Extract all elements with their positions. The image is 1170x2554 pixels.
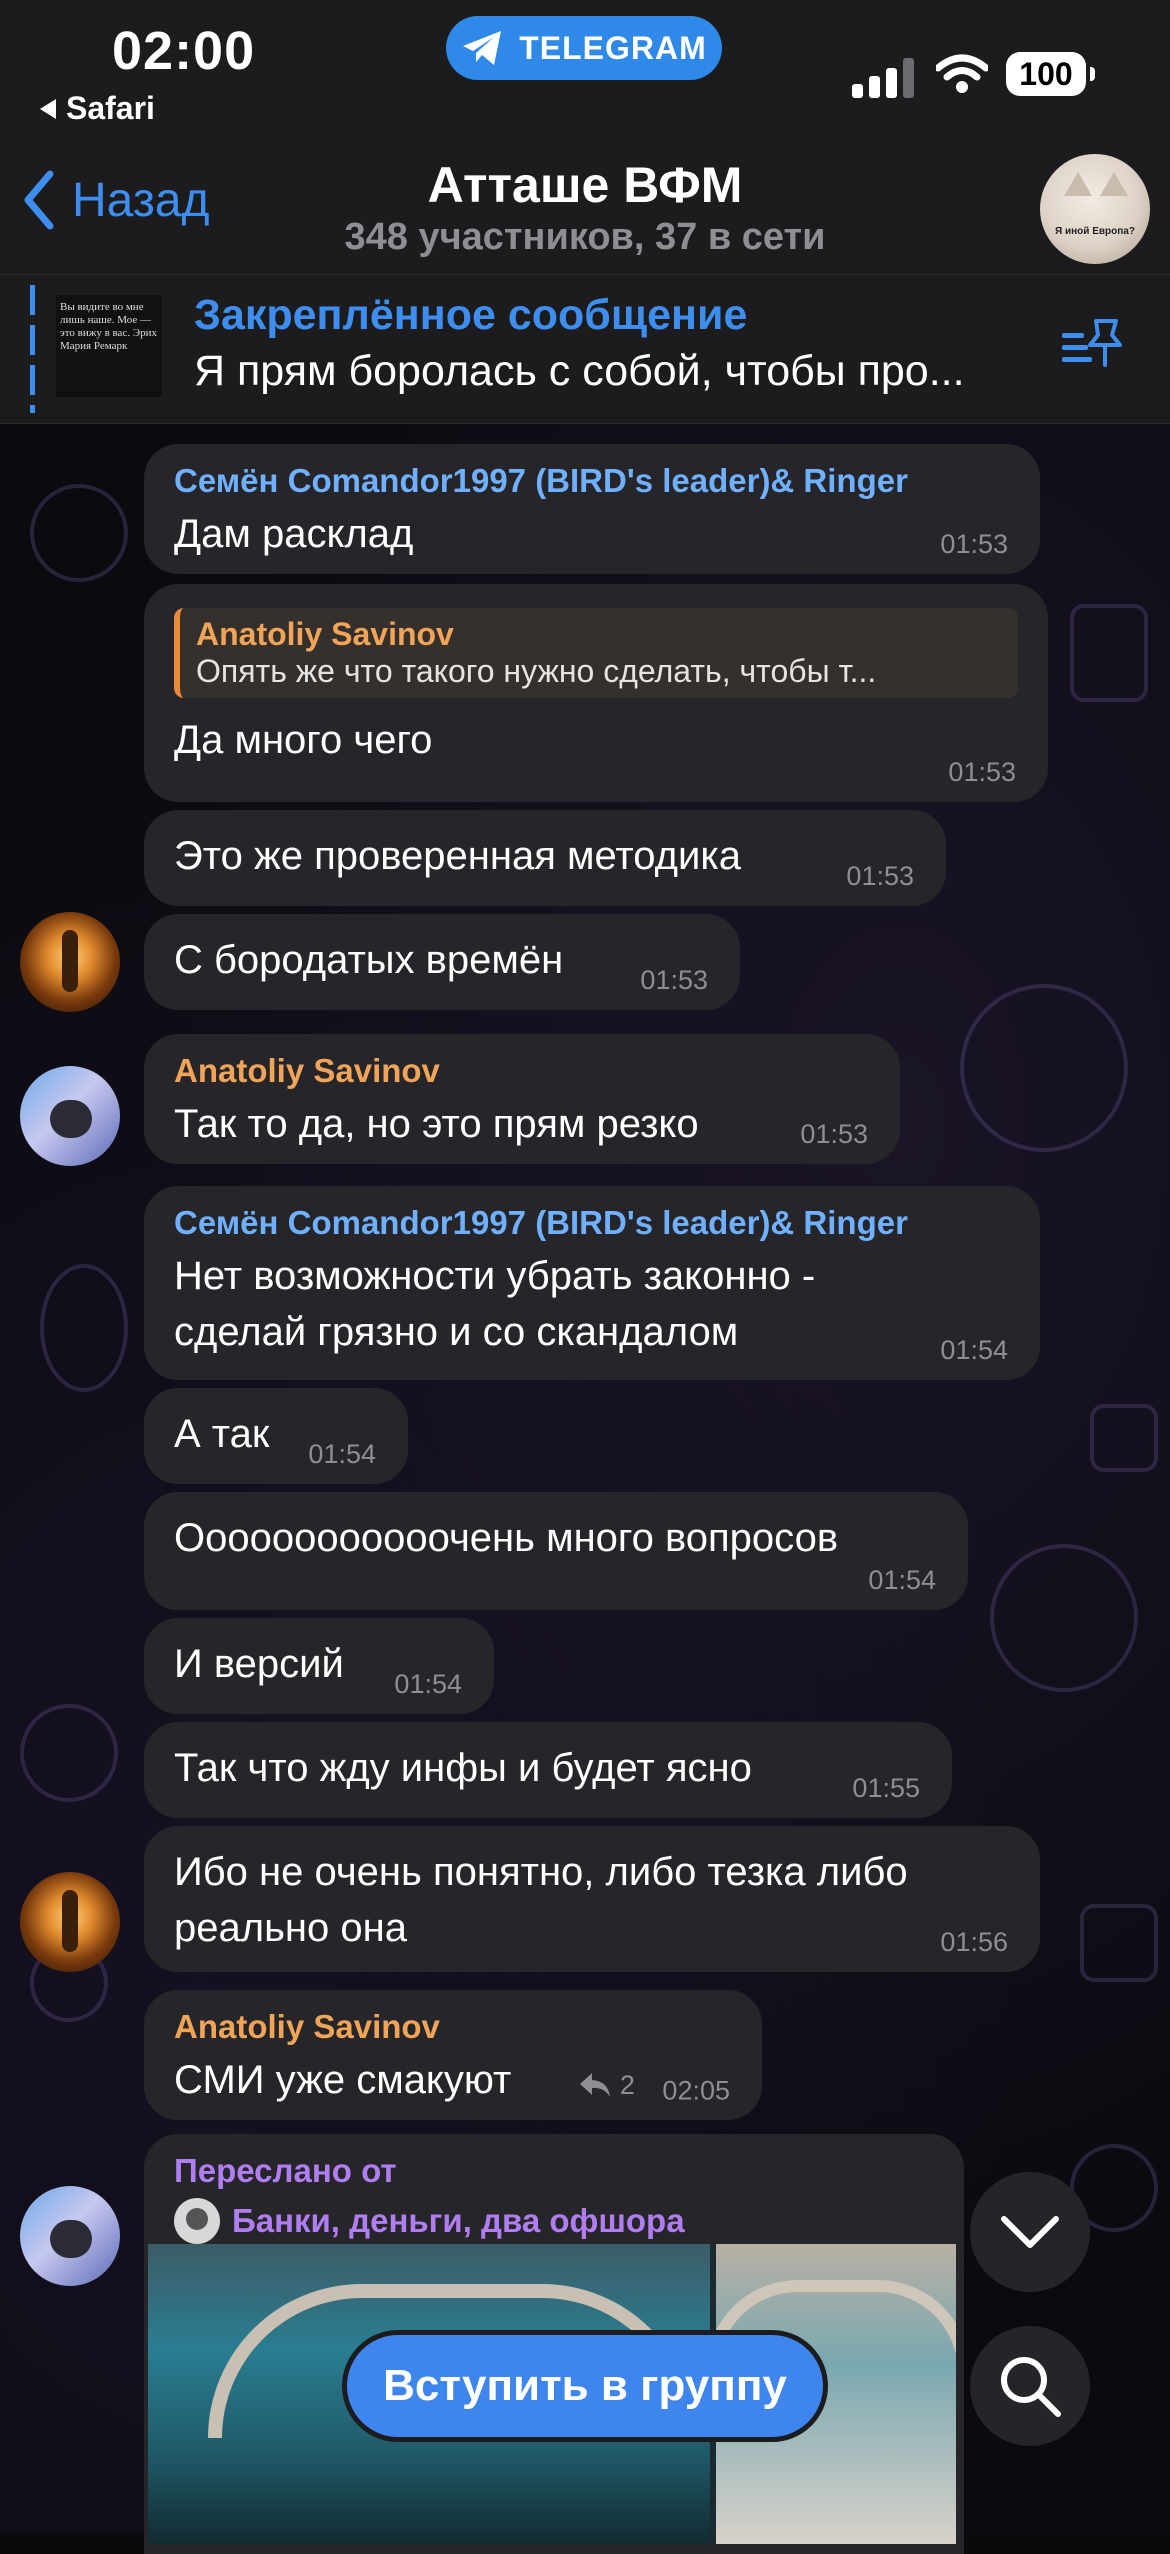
user-avatar[interactable] xyxy=(20,912,120,1012)
back-label: Назад xyxy=(72,173,210,227)
pinned-thumbnail-text: Вы видите во мне лишь наше. Мое — это ви… xyxy=(60,301,157,352)
message-meta: 2 02:05 xyxy=(578,2070,730,2107)
cat-ear-right xyxy=(1100,172,1128,196)
group-avatar[interactable]: Я иной Европа? xyxy=(1040,154,1150,264)
pinned-indicator xyxy=(30,285,35,413)
message-sender[interactable]: Семён Comandor1997 (BIRD's leader)& Ring… xyxy=(174,462,1010,500)
chevron-down-icon xyxy=(1001,2216,1059,2248)
thread-replies[interactable]: 2 xyxy=(578,2070,635,2101)
message-bubble[interactable]: Anatoliy Savinov Опять же что такого нуж… xyxy=(144,584,1048,802)
message-bubble[interactable]: Anatoliy Savinov СМИ уже смакуют 2 02:05 xyxy=(144,1990,762,2120)
pinned-title: Закреплённое сообщение xyxy=(194,291,748,339)
bg-doodle xyxy=(30,484,128,582)
message-text: Так что жду инфы и будет ясно xyxy=(174,1746,752,1790)
message-time: 01:54 xyxy=(940,1335,1008,1365)
user-avatar[interactable] xyxy=(20,1872,120,1972)
message-text: Ибо не очень понятно, либо тезка либо ре… xyxy=(174,1850,908,1950)
battery-icon: 100 xyxy=(1006,52,1095,96)
message-time: 01:53 xyxy=(640,965,708,995)
status-time: 02:00 xyxy=(112,21,256,81)
channel-avatar xyxy=(174,2198,220,2244)
chat-header: Назад Атташе ВФМ 348 участников, 37 в се… xyxy=(0,140,1170,275)
chevron-left-icon xyxy=(24,170,54,230)
message-bubble[interactable]: Семён Comandor1997 (BIRD's leader)& Ring… xyxy=(144,444,1040,574)
message-time: 01:54 xyxy=(868,1565,936,1595)
reply-text: Опять же что такого нужно сделать, чтобы… xyxy=(196,653,877,689)
message-time: 01:53 xyxy=(846,861,914,891)
bg-doodle xyxy=(1090,1404,1158,1472)
message-sender[interactable]: Anatoliy Savinov xyxy=(174,2008,732,2046)
bg-doodle xyxy=(1070,604,1148,702)
group-avatar-caption: Я иной Европа? xyxy=(1055,226,1135,237)
scroll-down-button[interactable] xyxy=(970,2172,1090,2292)
message-bubble[interactable]: Anatoliy Savinov Так то да, но это прям … xyxy=(144,1034,900,1164)
message-time: 01:53 xyxy=(948,757,1016,787)
wifi-icon xyxy=(936,54,988,93)
message-bubble[interactable]: Семён Comandor1997 (BIRD's leader)& Ring… xyxy=(144,1186,1040,1380)
pin-list-icon[interactable] xyxy=(1060,315,1126,375)
back-app-label: Safari xyxy=(66,90,155,126)
message-bubble[interactable]: Так что жду инфы и будет ясно 01:55 xyxy=(144,1722,952,1818)
message-time: 02:05 xyxy=(662,2075,730,2105)
back-to-safari[interactable]: Safari xyxy=(40,90,155,127)
forwarded-label: Переслано от xyxy=(174,2152,397,2189)
message-text: Так то да, но это прям резко xyxy=(174,1102,699,1146)
telegram-pill[interactable]: TELEGRAM xyxy=(446,16,722,80)
message-time: 01:53 xyxy=(940,529,1008,559)
message-text: Дам расклад xyxy=(174,512,414,556)
message-time: 01:54 xyxy=(394,1669,462,1699)
pinned-message-bar[interactable]: Вы видите во мне лишь наше. Мое — это ви… xyxy=(0,275,1170,424)
cat-ear-left xyxy=(1064,172,1092,196)
bg-doodle xyxy=(960,984,1128,1152)
join-group-button[interactable]: Вступить в группу xyxy=(342,2330,828,2442)
search-icon xyxy=(1001,2357,1061,2417)
user-avatar[interactable] xyxy=(20,2186,120,2286)
message-bubble[interactable]: Оооооооооооочень много вопросов 01:54 xyxy=(144,1492,968,1610)
message-time: 01:56 xyxy=(940,1927,1008,1957)
message-time: 01:54 xyxy=(308,1439,376,1469)
message-bubble[interactable]: И версий 01:54 xyxy=(144,1618,494,1714)
telegram-pill-label: TELEGRAM xyxy=(519,29,707,66)
message-text: Оооооооооооочень много вопросов xyxy=(174,1516,839,1560)
message-text: Нет возможности убрать законно - сделай … xyxy=(174,1254,816,1354)
status-bar: 02:00 Safari TELEGRAM 100 xyxy=(0,0,1170,140)
reply-sender: Anatoliy Savinov xyxy=(196,616,454,652)
message-sender[interactable]: Семён Comandor1997 (BIRD's leader)& Ring… xyxy=(174,1204,1010,1242)
message-bubble[interactable]: А так 01:54 xyxy=(144,1388,408,1484)
bg-doodle xyxy=(20,1704,118,1802)
bg-doodle xyxy=(1080,1904,1158,1982)
forwarded-source[interactable]: Банки, деньги, два офшора xyxy=(174,2198,934,2244)
telegram-icon xyxy=(463,31,502,65)
pinned-thumbnail: Вы видите во мне лишь наше. Мое — это ви… xyxy=(56,295,162,397)
message-bubble[interactable]: Это же проверенная методика 01:53 xyxy=(144,810,946,906)
pinned-text: Я прям боролась с собой, чтобы про... xyxy=(194,347,965,395)
reply-arrow-icon xyxy=(579,2073,610,2097)
bg-doodle xyxy=(40,1264,128,1392)
cellular-signal-icon xyxy=(852,58,916,98)
chat-title[interactable]: Атташе ВФМ xyxy=(300,156,870,214)
search-button[interactable] xyxy=(970,2326,1090,2446)
battery-level: 100 xyxy=(1019,55,1073,92)
message-text: Да много чего xyxy=(174,718,433,762)
message-bubble[interactable]: С бородатых времён 01:53 xyxy=(144,914,740,1010)
message-sender[interactable]: Anatoliy Savinov xyxy=(174,1052,870,1090)
message-bubble[interactable]: Ибо не очень понятно, либо тезка либо ре… xyxy=(144,1826,1040,1972)
message-time: 01:55 xyxy=(852,1773,920,1803)
chat-subtitle: 348 участников, 37 в сети xyxy=(344,216,826,258)
back-button[interactable]: Назад xyxy=(22,170,210,230)
thread-reply-count: 2 xyxy=(619,2069,635,2100)
message-time: 01:53 xyxy=(800,1119,868,1149)
message-text: Это же проверенная методика xyxy=(174,834,741,878)
bg-doodle xyxy=(990,1544,1138,1692)
reply-preview[interactable]: Anatoliy Savinov Опять же что такого нуж… xyxy=(174,608,1018,698)
user-avatar[interactable] xyxy=(20,1066,120,1166)
message-text: С бородатых времён xyxy=(174,938,564,982)
forwarded-source-name: Банки, деньги, два офшора xyxy=(232,2202,685,2239)
back-triangle-icon xyxy=(40,98,56,119)
